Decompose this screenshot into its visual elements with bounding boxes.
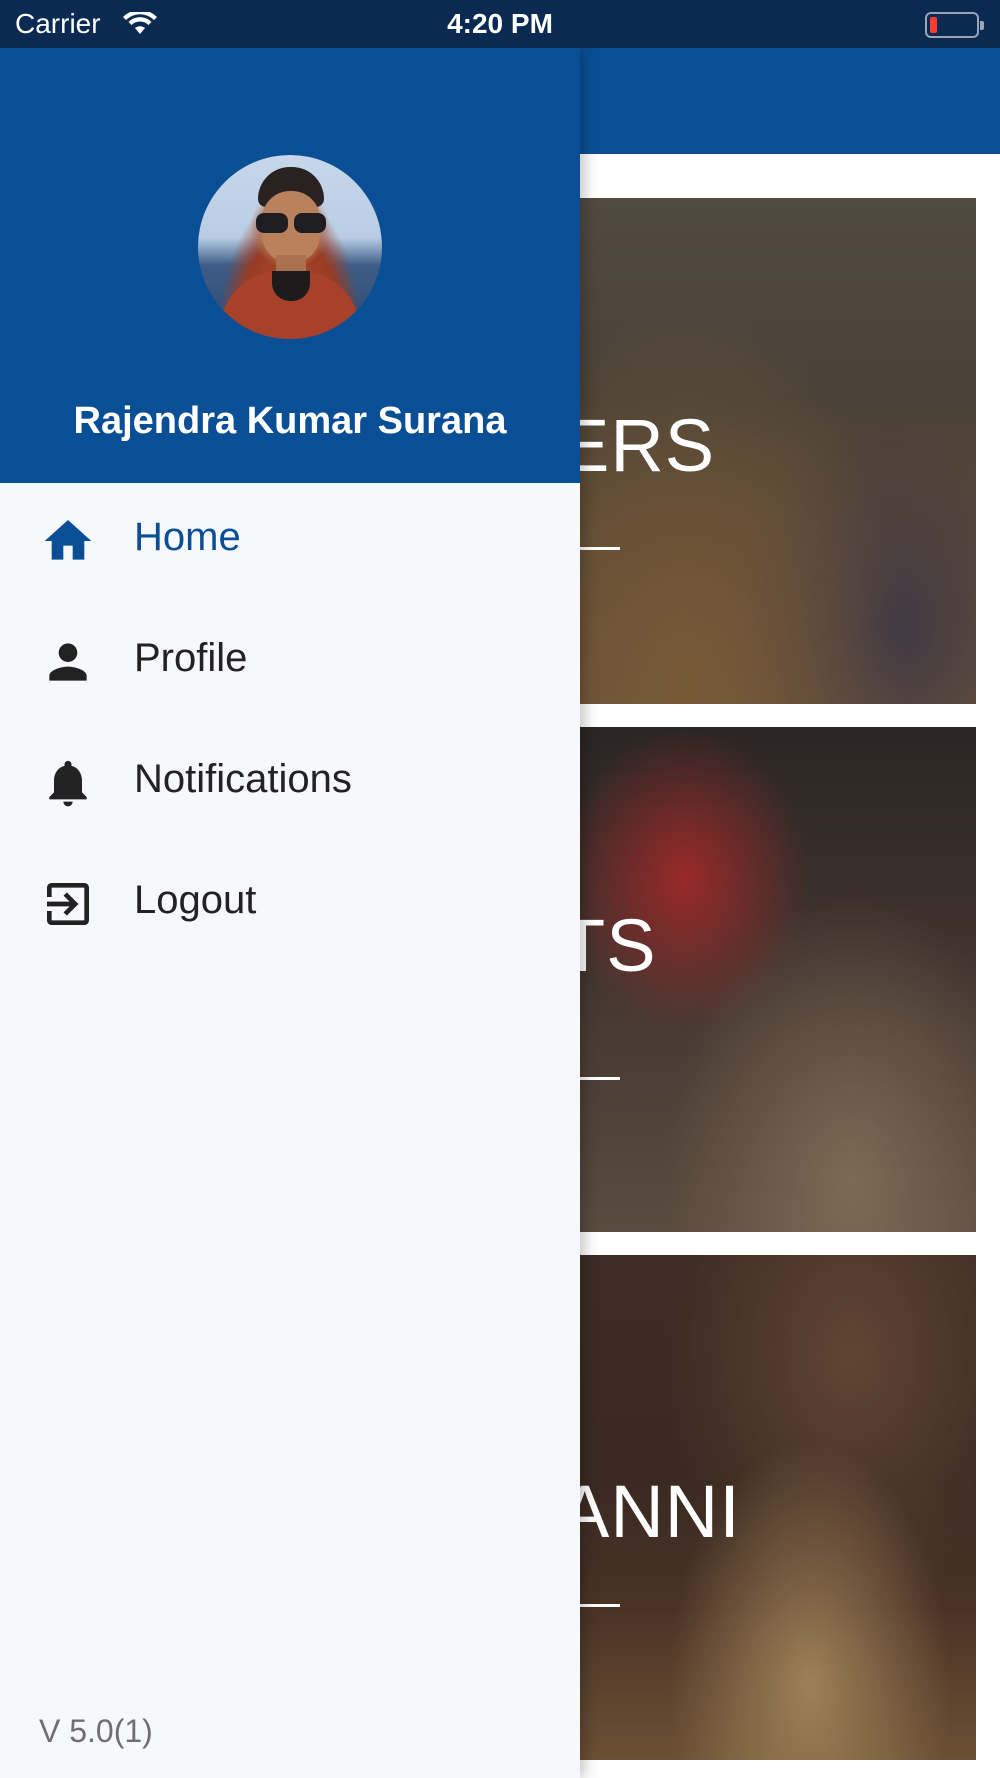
menu-item-label: Home: [134, 515, 241, 559]
battery-icon: [925, 12, 984, 38]
menu-item-home[interactable]: Home: [0, 483, 580, 593]
menu-item-notifications[interactable]: Notifications: [0, 725, 580, 835]
battery-level: [930, 17, 937, 33]
menu-item-logout[interactable]: Logout: [0, 846, 580, 956]
category-card[interactable]: ERS: [560, 198, 976, 704]
logout-icon: [47, 883, 89, 925]
status-bar: Carrier 4:20 PM: [0, 0, 1000, 48]
category-card-label: ANNI: [560, 1470, 741, 1553]
menu-item-profile[interactable]: Profile: [0, 604, 580, 714]
menu-item-label: Profile: [134, 636, 248, 680]
drawer-header: Rajendra Kumar Surana: [0, 48, 580, 483]
category-card-label: TS: [560, 904, 657, 987]
menu-item-label: Notifications: [134, 757, 352, 801]
category-card-label: ERS: [560, 404, 716, 487]
home-icon: [44, 520, 92, 560]
category-card[interactable]: ANNI: [560, 1255, 976, 1760]
person-icon: [49, 643, 87, 681]
menu-item-label: Logout: [134, 878, 257, 922]
status-time: 4:20 PM: [447, 8, 553, 39]
user-name: Rajendra Kumar Surana: [73, 400, 507, 442]
avatar[interactable]: [198, 155, 382, 339]
category-card[interactable]: TS: [560, 727, 976, 1232]
bell-icon: [49, 760, 87, 807]
navigation-drawer: Rajendra Kumar Surana Home Profile Notif…: [0, 48, 580, 1778]
app-version: V 5.0(1): [39, 1713, 153, 1749]
